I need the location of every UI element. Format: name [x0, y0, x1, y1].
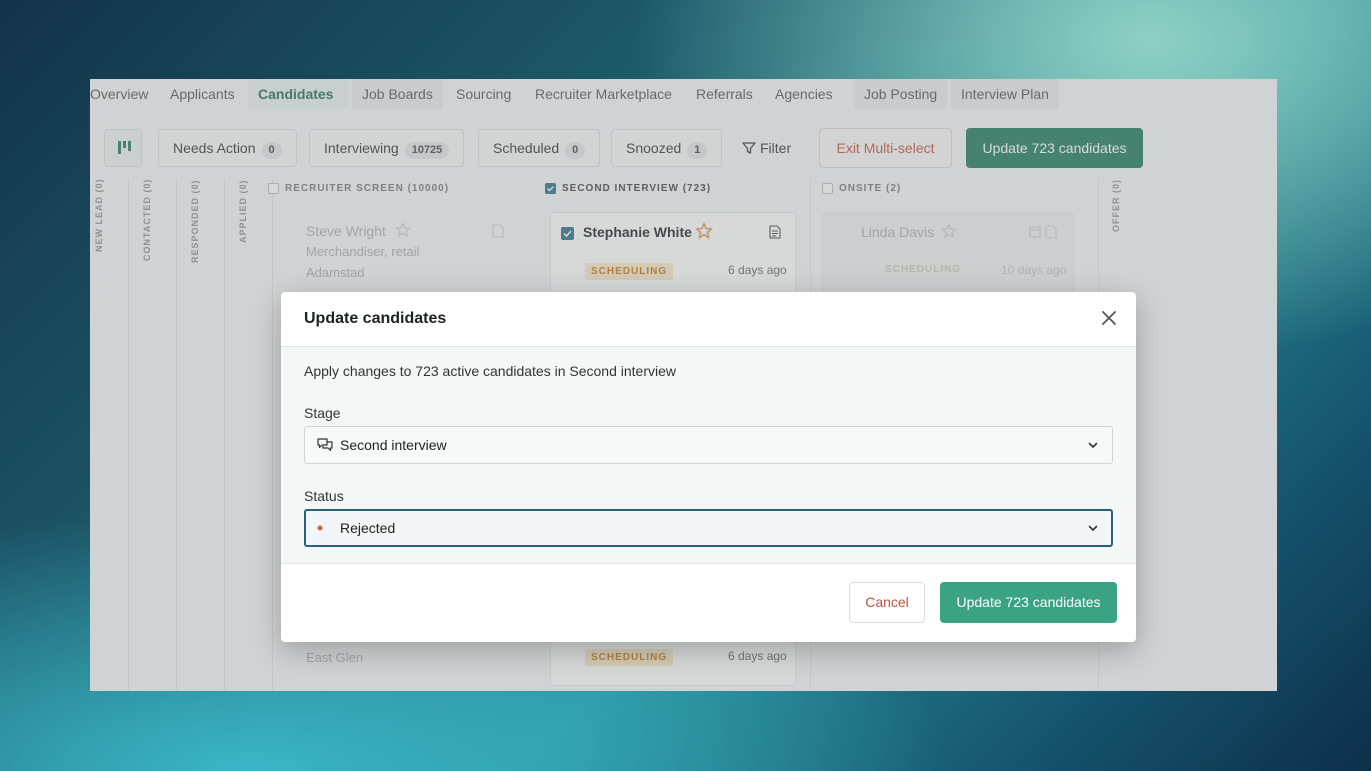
update-candidates-modal: Update candidates Apply changes to 723 a…: [281, 292, 1136, 642]
cancel-button[interactable]: Cancel: [849, 582, 925, 623]
chevron-down-icon: [1088, 442, 1098, 448]
chevron-down-icon: [1088, 525, 1098, 531]
modal-description: Apply changes to 723 active candidates i…: [304, 363, 677, 379]
status-select-value: Rejected: [340, 520, 396, 536]
stage-select-value: Second interview: [340, 437, 447, 453]
rejected-dot-icon: [317, 525, 323, 531]
status-select[interactable]: Rejected: [304, 509, 1113, 547]
modal-header: Update candidates: [281, 292, 1136, 347]
modal-title: Update candidates: [304, 310, 447, 327]
stage-label: Stage: [304, 405, 341, 421]
close-icon[interactable]: [1100, 309, 1118, 327]
interview-stage-icon: [317, 438, 333, 452]
update-candidates-button[interactable]: Update 723 candidates: [940, 582, 1117, 623]
stage-select[interactable]: Second interview: [304, 426, 1113, 464]
status-label: Status: [304, 488, 344, 504]
modal-body: Apply changes to 723 active candidates i…: [281, 347, 1136, 564]
